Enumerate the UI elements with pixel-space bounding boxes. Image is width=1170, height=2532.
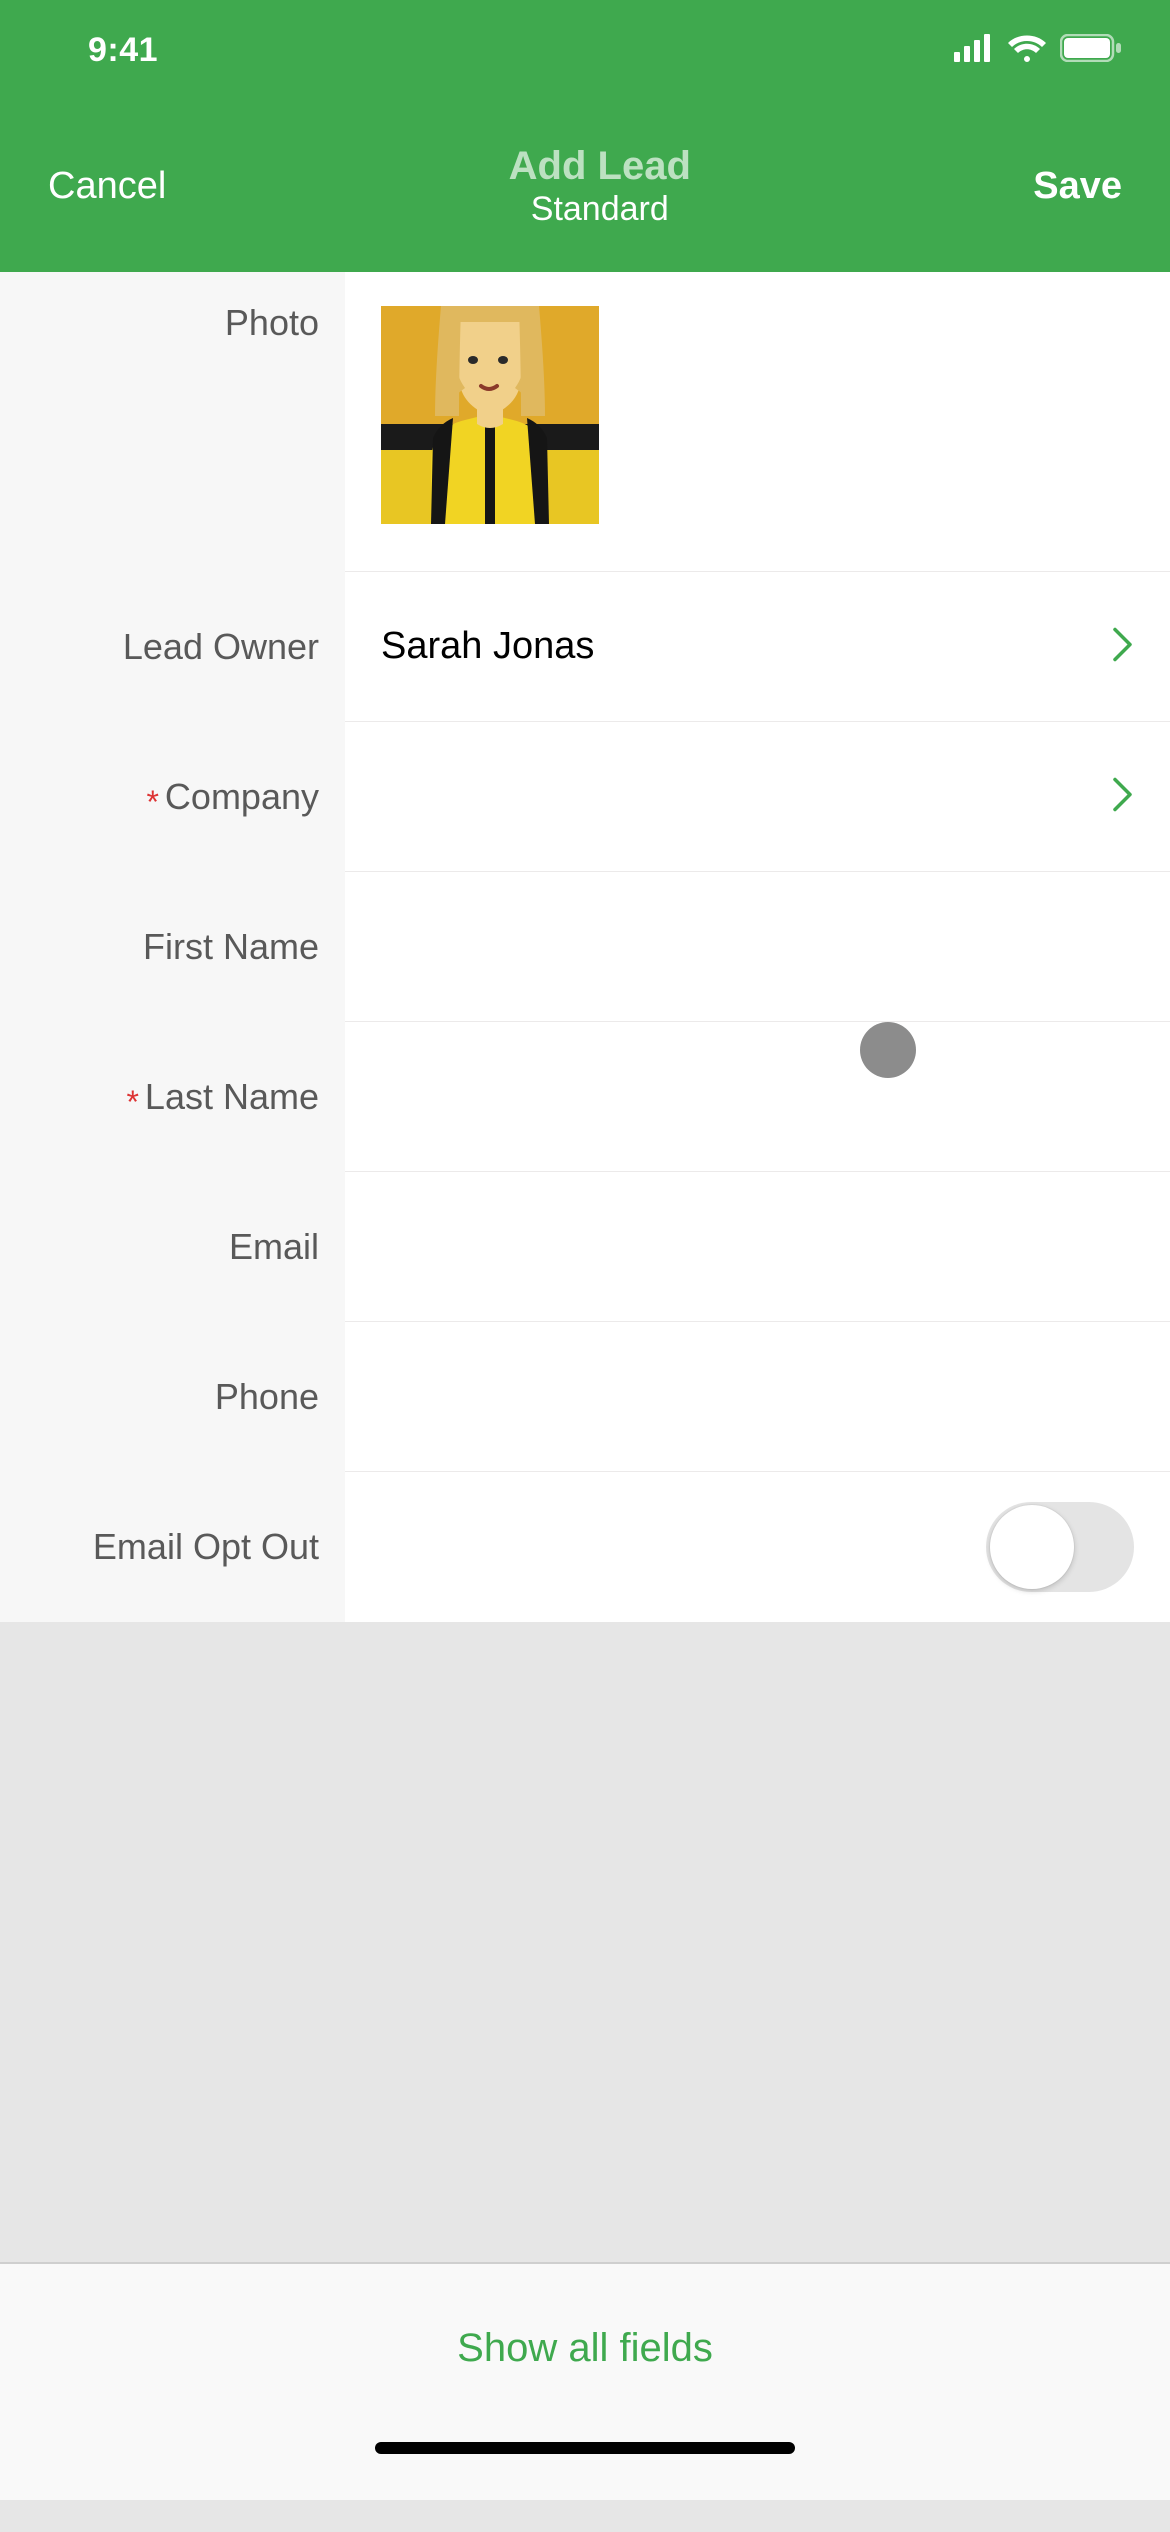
label-col: *Last Name <box>0 1022 345 1172</box>
label-col: Photo <box>0 272 345 572</box>
required-icon: * <box>146 784 158 820</box>
chevron-right-icon <box>1112 626 1134 667</box>
cancel-button[interactable]: Cancel <box>48 165 166 208</box>
chevron-right-icon <box>1112 776 1134 817</box>
lead-owner-label: Lead Owner <box>123 626 319 668</box>
label-col: First Name <box>0 872 345 1022</box>
nav-title-group: Add Lead Standard <box>509 144 691 229</box>
home-indicator[interactable] <box>375 2442 795 2454</box>
lead-photo-thumbnail[interactable] <box>381 306 599 524</box>
photo-cell[interactable] <box>345 272 1170 572</box>
row-photo: Photo <box>0 272 1170 572</box>
battery-icon <box>1060 34 1122 67</box>
cursor-indicator <box>860 1022 916 1078</box>
company-value-cell[interactable] <box>345 722 1170 872</box>
email-label: Email <box>229 1226 319 1268</box>
lead-form: Photo <box>0 272 1170 1622</box>
company-label: *Company <box>146 776 319 818</box>
email-opt-out-toggle[interactable] <box>986 1502 1134 1592</box>
row-lead-owner[interactable]: Lead Owner Sarah Jonas <box>0 572 1170 722</box>
toggle-knob <box>990 1505 1074 1589</box>
status-time: 9:41 <box>88 31 158 70</box>
last-name-label: *Last Name <box>126 1076 319 1118</box>
status-bar: 9:41 <box>0 0 1170 100</box>
show-all-fields-button[interactable]: Show all fields <box>457 2326 713 2371</box>
phone-input[interactable] <box>345 1322 1170 1472</box>
nav-bar: Cancel Add Lead Standard Save <box>0 100 1170 272</box>
lead-owner-value-cell[interactable]: Sarah Jonas <box>345 572 1170 722</box>
row-email[interactable]: Email <box>0 1172 1170 1322</box>
footer: Show all fields <box>0 2264 1170 2432</box>
cellular-icon <box>954 34 994 67</box>
email-opt-out-label: Email Opt Out <box>93 1526 319 1568</box>
empty-space <box>0 1622 1170 2262</box>
label-col: *Company <box>0 722 345 872</box>
row-last-name[interactable]: *Last Name <box>0 1022 1170 1172</box>
first-name-label: First Name <box>143 926 319 968</box>
row-email-opt-out: Email Opt Out <box>0 1472 1170 1622</box>
email-input[interactable] <box>345 1172 1170 1322</box>
row-phone[interactable]: Phone <box>0 1322 1170 1472</box>
wifi-icon <box>1008 34 1046 67</box>
label-col: Email Opt Out <box>0 1472 345 1622</box>
row-first-name[interactable]: First Name <box>0 872 1170 1022</box>
home-indicator-area <box>0 2432 1170 2500</box>
save-button[interactable]: Save <box>1033 165 1122 208</box>
label-col: Email <box>0 1172 345 1322</box>
email-opt-out-cell <box>345 1472 1170 1622</box>
page-title: Add Lead <box>509 144 691 188</box>
required-icon: * <box>126 1084 138 1120</box>
last-name-input[interactable] <box>345 1022 1170 1172</box>
label-col: Lead Owner <box>0 572 345 722</box>
status-indicators <box>954 34 1122 67</box>
phone-label: Phone <box>215 1376 319 1418</box>
photo-label: Photo <box>225 302 319 344</box>
row-company[interactable]: *Company <box>0 722 1170 872</box>
label-col: Phone <box>0 1322 345 1472</box>
lead-owner-value: Sarah Jonas <box>381 625 594 668</box>
page-subtitle[interactable]: Standard <box>509 190 691 229</box>
first-name-input[interactable] <box>345 872 1170 1022</box>
